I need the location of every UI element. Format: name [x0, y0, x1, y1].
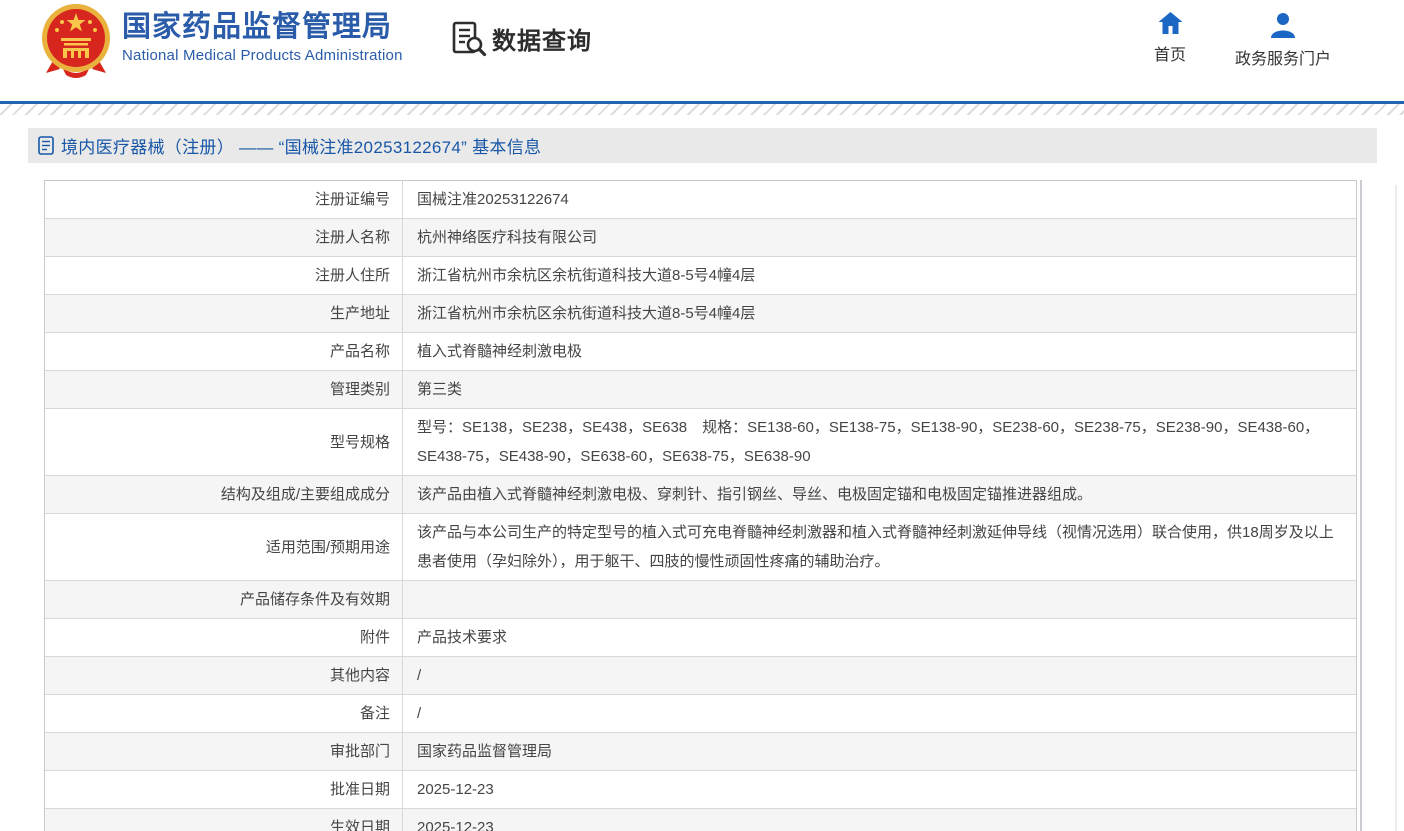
row-label: 其他内容 [45, 657, 403, 694]
table-row: 生产地址浙江省杭州市余杭区余杭街道科技大道8-5号4幢4层 [45, 295, 1356, 333]
row-value: 第三类 [403, 371, 1356, 408]
site-header: 国家药品监督管理局 National Medical Products Admi… [0, 0, 1404, 101]
data-query-label: 数据查询 [492, 21, 592, 56]
row-label: 产品名称 [45, 333, 403, 370]
national-emblem-logo[interactable] [40, 1, 112, 81]
page-title-bar: 境内医疗器械（注册） —— “国械注准20253122674” 基本信息 [28, 128, 1377, 163]
row-label: 生产地址 [45, 295, 403, 332]
row-value: 浙江省杭州市余杭区余杭街道科技大道8-5号4幢4层 [403, 295, 1356, 332]
row-label: 注册人名称 [45, 219, 403, 256]
row-value: 该产品由植入式脊髓神经刺激电极、穿刺针、指引钢丝、导丝、电极固定锚和电极固定锚推… [403, 476, 1356, 513]
page-title: 境内医疗器械（注册） —— “国械注准20253122674” 基本信息 [61, 133, 541, 158]
brand-title-en: National Medical Products Administration [122, 47, 403, 64]
table-right-edge [1360, 180, 1362, 831]
table-row: 注册人名称杭州神络医疗科技有限公司 [45, 219, 1356, 257]
nav-home[interactable]: 首页 [1146, 12, 1194, 65]
nav-portal-label: 政务服务门户 [1235, 45, 1331, 69]
brand-title-cn: 国家药品监督管理局 [122, 9, 403, 45]
table-row: 结构及组成/主要组成成分该产品由植入式脊髓神经刺激电极、穿刺针、指引钢丝、导丝、… [45, 476, 1356, 514]
row-label: 产品储存条件及有效期 [45, 581, 403, 618]
table-row: 适用范围/预期用途该产品与本公司生产的特定型号的植入式可充电脊髓神经刺激器和植入… [45, 514, 1356, 581]
home-icon [1158, 12, 1183, 34]
row-label: 型号规格 [45, 409, 403, 475]
row-value: 2025-12-23 [403, 809, 1356, 831]
data-query-tab[interactable]: 数据查询 [450, 20, 592, 57]
table-row: 批准日期2025-12-23 [45, 771, 1356, 809]
row-value: 产品技术要求 [403, 619, 1356, 656]
table-row: 其他内容/ [45, 657, 1356, 695]
table-row: 型号规格型号：SE138，SE238，SE438，SE638 规格：SE138-… [45, 409, 1356, 476]
row-value: 型号：SE138，SE238，SE438，SE638 规格：SE138-60，S… [403, 409, 1356, 475]
registration-info-table: 注册证编号国械注准20253122674注册人名称杭州神络医疗科技有限公司注册人… [44, 180, 1357, 831]
row-label: 注册人住所 [45, 257, 403, 294]
table-row: 备注/ [45, 695, 1356, 733]
row-value: / [403, 695, 1356, 732]
row-label: 生效日期 [45, 809, 403, 831]
row-label: 注册证编号 [45, 181, 403, 218]
table-row: 产品名称植入式脊髓神经刺激电极 [45, 333, 1356, 371]
table-row: 生效日期2025-12-23 [45, 809, 1356, 831]
table-row: 附件产品技术要求 [45, 619, 1356, 657]
brand-block[interactable]: 国家药品监督管理局 National Medical Products Admi… [122, 9, 403, 64]
row-label: 批准日期 [45, 771, 403, 808]
table-row: 注册证编号国械注准20253122674 [45, 181, 1356, 219]
content-right-edge [1395, 185, 1397, 831]
hatched-stripe [0, 104, 1404, 115]
table-row: 产品储存条件及有效期 [45, 581, 1356, 619]
row-value: 浙江省杭州市余杭区余杭街道科技大道8-5号4幢4层 [403, 257, 1356, 294]
page: 国家药品监督管理局 National Medical Products Admi… [0, 0, 1404, 831]
document-search-icon [450, 20, 487, 57]
row-label: 审批部门 [45, 733, 403, 770]
row-value: 国械注准20253122674 [403, 181, 1356, 218]
table-row: 管理类别第三类 [45, 371, 1356, 409]
row-value: 该产品与本公司生产的特定型号的植入式可充电脊髓神经刺激器和植入式脊髓神经刺激延伸… [403, 514, 1356, 580]
nav-home-label: 首页 [1154, 41, 1186, 65]
row-value: 国家药品监督管理局 [403, 733, 1356, 770]
row-value: 2025-12-23 [403, 771, 1356, 808]
document-icon [38, 136, 54, 155]
table-row: 审批部门国家药品监督管理局 [45, 733, 1356, 771]
row-label: 备注 [45, 695, 403, 732]
row-label: 结构及组成/主要组成成分 [45, 476, 403, 513]
row-value: 植入式脊髓神经刺激电极 [403, 333, 1356, 370]
row-value: / [403, 657, 1356, 694]
row-value [403, 581, 1356, 618]
row-label: 管理类别 [45, 371, 403, 408]
row-label: 附件 [45, 619, 403, 656]
row-value: 杭州神络医疗科技有限公司 [403, 219, 1356, 256]
row-label: 适用范围/预期用途 [45, 514, 403, 580]
nav-portal[interactable]: 政务服务门户 [1233, 12, 1333, 69]
table-row: 注册人住所浙江省杭州市余杭区余杭街道科技大道8-5号4幢4层 [45, 257, 1356, 295]
user-icon [1270, 12, 1296, 38]
